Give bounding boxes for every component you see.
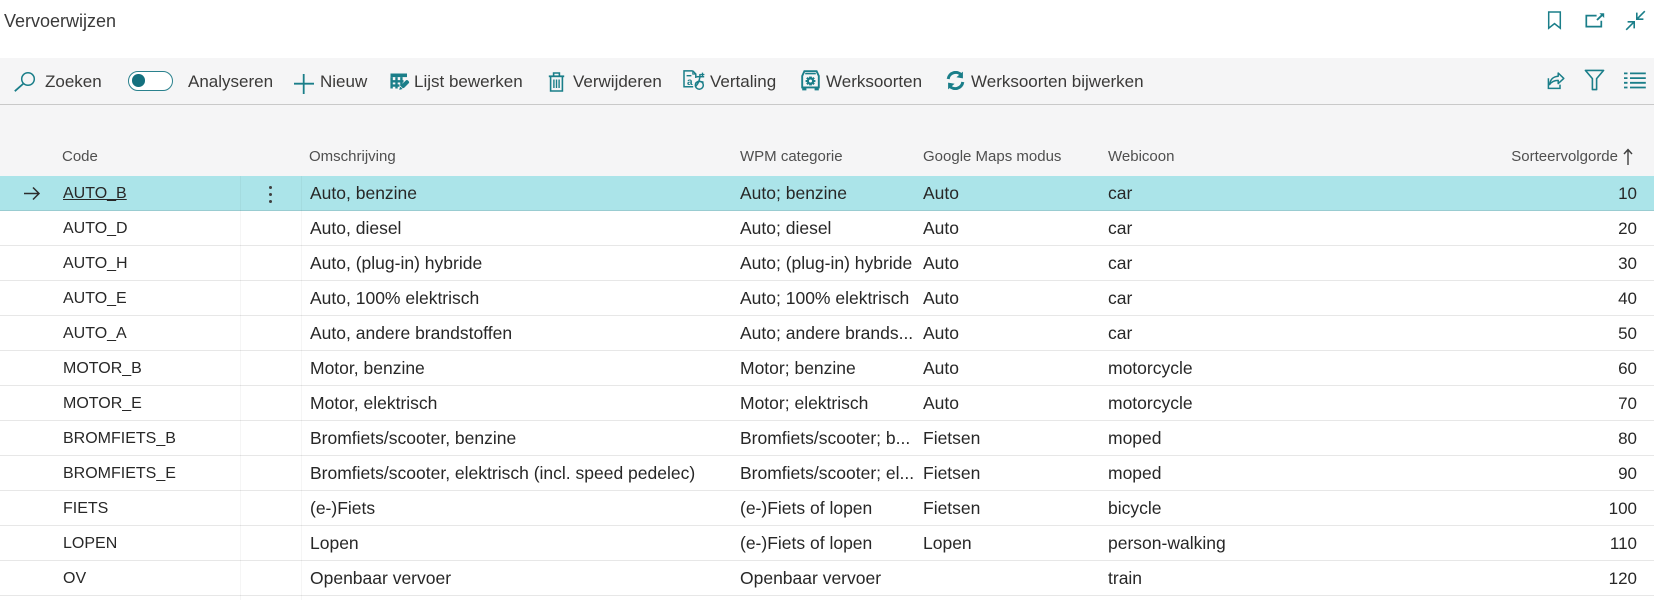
svg-text:a: a: [687, 77, 693, 88]
